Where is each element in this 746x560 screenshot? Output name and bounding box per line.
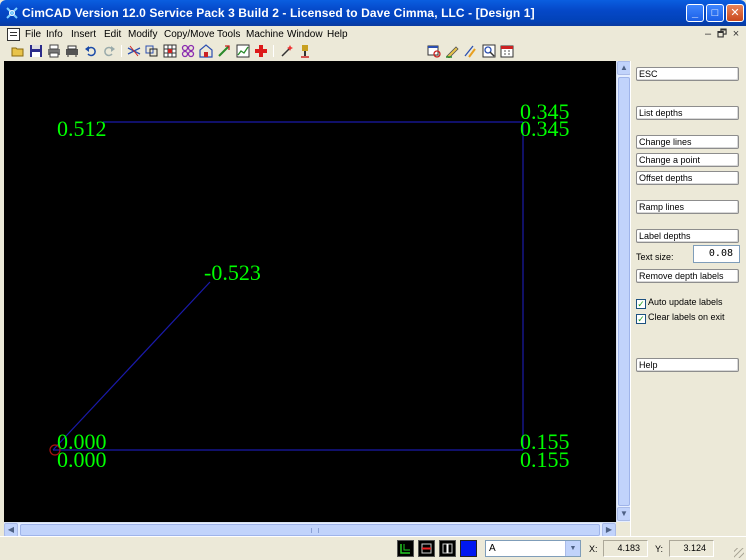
menu-file[interactable]: File bbox=[25, 29, 41, 40]
cimcad-app-icon[interactable] bbox=[5, 6, 19, 20]
clear-labels-label: Clear labels on exit bbox=[648, 312, 725, 322]
drawing-canvas[interactable]: 0.345 0.345 0.512 -0.523 0.000 0.000 0.1… bbox=[4, 61, 616, 522]
print-icon[interactable] bbox=[47, 44, 61, 58]
scroll-up-icon[interactable]: ▲ bbox=[617, 61, 631, 75]
diagonal-line[interactable] bbox=[52, 281, 211, 451]
chevron-down-icon[interactable]: ▼ bbox=[565, 541, 580, 556]
copy-shapes-icon[interactable] bbox=[145, 44, 159, 58]
main-toolbar bbox=[0, 44, 746, 60]
y-coordinate: 3.124 bbox=[669, 540, 714, 557]
color-swatch-button[interactable] bbox=[460, 540, 477, 557]
vertical-mode-button[interactable] bbox=[439, 540, 456, 557]
y-coord-label: Y: bbox=[655, 544, 664, 554]
scroll-left-icon[interactable]: ◀ bbox=[4, 523, 18, 537]
mdi-restore-button[interactable]: 🗗 bbox=[716, 28, 728, 41]
depth-command-panel: ESC List depths Change lines Change a po… bbox=[630, 61, 746, 536]
scroll-grip-icon bbox=[311, 528, 319, 533]
menu-help[interactable]: Help bbox=[327, 29, 348, 40]
snap-grid-icon bbox=[400, 544, 410, 554]
label-depths-button[interactable]: Label depths bbox=[636, 229, 739, 243]
mdi-close-button[interactable]: × bbox=[730, 28, 742, 41]
remove-depth-labels-button[interactable]: Remove depth labels bbox=[636, 269, 739, 283]
toolpath-icon[interactable] bbox=[298, 44, 312, 58]
esc-button[interactable]: ESC bbox=[636, 67, 739, 81]
list-depths-button[interactable]: List depths bbox=[636, 106, 739, 120]
help-button[interactable]: Help bbox=[636, 358, 739, 372]
menu-edit[interactable]: Edit bbox=[104, 29, 121, 40]
status-bar: A ▼ X: 4.183 Y: 3.124 bbox=[0, 536, 746, 560]
menu-tools[interactable]: Tools bbox=[217, 29, 240, 40]
snap-grid-button[interactable] bbox=[397, 540, 414, 557]
undo-icon[interactable] bbox=[84, 44, 98, 58]
change-point-button[interactable]: Change a point bbox=[636, 153, 739, 167]
array-icon[interactable] bbox=[181, 44, 195, 58]
maximize-button[interactable]: □ bbox=[706, 4, 724, 22]
menu-copy-move[interactable]: Copy/Move bbox=[164, 29, 215, 40]
menu-bar: File Info Insert Edit Modify Copy/Move T… bbox=[0, 26, 746, 44]
title-bar: CimCAD Version 12.0 Service Pack 3 Build… bbox=[0, 0, 746, 26]
clear-labels-checkbox[interactable]: ✓ bbox=[636, 314, 646, 324]
chart-icon[interactable] bbox=[236, 44, 250, 58]
scroll-right-icon[interactable]: ▶ bbox=[602, 523, 616, 537]
print-preview-icon[interactable] bbox=[65, 44, 79, 58]
trim-lines-icon[interactable] bbox=[127, 44, 141, 58]
horizontal-scrollbar[interactable]: ◀ ▶ bbox=[4, 522, 616, 537]
ortho-mode-button[interactable] bbox=[418, 540, 435, 557]
minimize-button[interactable]: _ bbox=[686, 4, 704, 22]
dimension-icon[interactable] bbox=[217, 44, 231, 58]
ortho-mode-icon bbox=[421, 543, 432, 554]
calendar-icon[interactable] bbox=[500, 44, 514, 58]
vertical-scrollbar[interactable]: ▲ ▼ bbox=[616, 61, 631, 522]
depth-label[interactable]: -0.523 bbox=[204, 262, 261, 284]
ramp-lines-button[interactable]: Ramp lines bbox=[636, 200, 739, 214]
auto-update-labels-option[interactable]: ✓ Auto update labels bbox=[636, 297, 723, 309]
grid-pattern-icon[interactable] bbox=[163, 44, 177, 58]
red-cross-icon[interactable] bbox=[254, 44, 268, 58]
layer-select[interactable]: A ▼ bbox=[485, 540, 581, 557]
x-coordinate: 4.183 bbox=[603, 540, 648, 557]
depth-label[interactable]: 0.345 bbox=[520, 118, 570, 140]
depth-label[interactable]: 0.000 bbox=[57, 449, 107, 471]
text-size-input[interactable]: 0.08 bbox=[693, 245, 740, 263]
vertical-scroll-thumb[interactable] bbox=[618, 77, 630, 506]
change-lines-button[interactable]: Change lines bbox=[636, 135, 739, 149]
menu-info[interactable]: Info bbox=[46, 29, 63, 40]
close-button[interactable]: ✕ bbox=[726, 4, 744, 22]
depth-pencil-icon[interactable] bbox=[463, 44, 477, 58]
toolbar-separator bbox=[273, 45, 274, 57]
layer-value: A bbox=[489, 543, 496, 554]
view-window-icon[interactable] bbox=[427, 44, 441, 58]
offset-depths-button[interactable]: Offset depths bbox=[636, 171, 739, 185]
menu-modify[interactable]: Modify bbox=[128, 29, 157, 40]
document-icon[interactable] bbox=[7, 28, 20, 41]
resize-grip-icon[interactable] bbox=[734, 548, 744, 558]
redo-icon[interactable] bbox=[102, 44, 116, 58]
vertical-mode-icon bbox=[442, 543, 453, 554]
text-size-label: Text size: bbox=[636, 252, 674, 262]
save-disk-icon[interactable] bbox=[29, 44, 43, 58]
menu-window[interactable]: Window bbox=[287, 29, 323, 40]
toolbar-separator bbox=[121, 45, 122, 57]
mdi-minimize-button[interactable]: – bbox=[702, 28, 714, 41]
depth-label[interactable]: 0.512 bbox=[57, 118, 107, 140]
menu-machine[interactable]: Machine bbox=[246, 29, 284, 40]
wand-icon[interactable] bbox=[280, 44, 294, 58]
pencil-icon[interactable] bbox=[445, 44, 459, 58]
scrollbar-corner bbox=[616, 522, 630, 536]
scroll-down-icon[interactable]: ▼ bbox=[617, 507, 631, 521]
house-shape-icon[interactable] bbox=[199, 44, 213, 58]
zoom-fit-icon[interactable] bbox=[482, 44, 496, 58]
auto-update-label: Auto update labels bbox=[648, 297, 723, 307]
x-coord-label: X: bbox=[589, 544, 598, 554]
auto-update-checkbox[interactable]: ✓ bbox=[636, 299, 646, 309]
horizontal-scroll-thumb[interactable] bbox=[20, 524, 600, 536]
open-folder-icon[interactable] bbox=[11, 44, 25, 58]
depth-label[interactable]: 0.155 bbox=[520, 449, 570, 471]
window-title: CimCAD Version 12.0 Service Pack 3 Build… bbox=[22, 6, 535, 20]
clear-labels-option[interactable]: ✓ Clear labels on exit bbox=[636, 312, 725, 324]
menu-insert[interactable]: Insert bbox=[71, 29, 96, 40]
